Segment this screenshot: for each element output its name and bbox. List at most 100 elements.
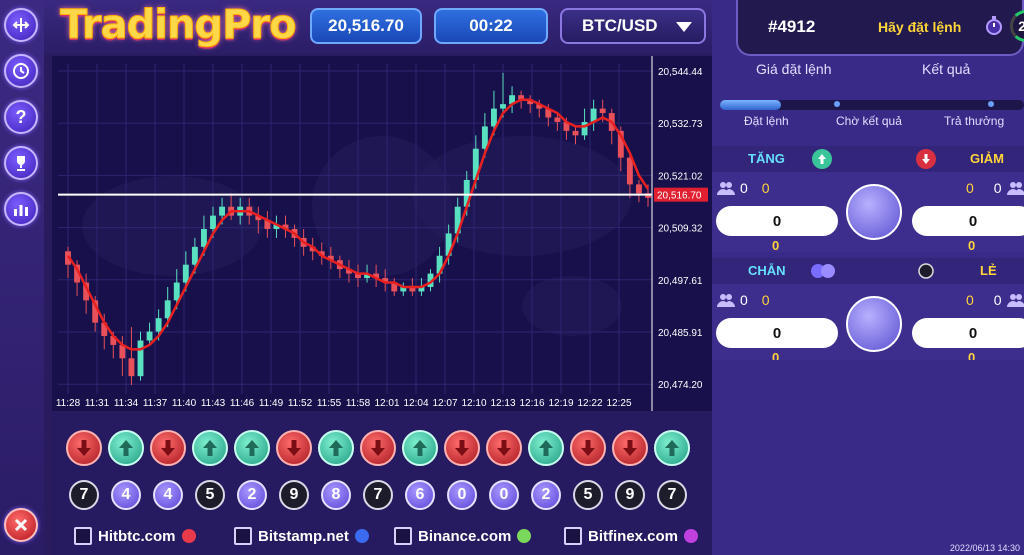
exchange-label: Hitbtc.com	[98, 527, 176, 545]
result-number-ball: 9	[279, 480, 309, 510]
x-tick-label: 12:07	[432, 398, 457, 409]
panel-footer: 2022/06/13 14:30	[712, 360, 1024, 555]
even-stake-input[interactable]: 0	[716, 318, 838, 348]
odd-ball-icon[interactable]	[916, 261, 936, 281]
betting-panel: #4912 Hãy đặt lệnh 22 Giá đặt lệnh Kết q…	[712, 0, 1024, 555]
y-tick-label: 20,521.02	[658, 171, 703, 182]
exchange-toggle[interactable]: Hitbtc.com	[74, 526, 196, 546]
exchange-checkbox[interactable]	[394, 527, 412, 545]
even-people: 0	[740, 292, 748, 308]
stats-icon[interactable]	[4, 192, 38, 226]
x-tick-label: 12:01	[374, 398, 399, 409]
up-title: TĂNG	[748, 151, 785, 166]
x-tick-label: 12:25	[606, 398, 631, 409]
x-tick-label: 11:49	[259, 398, 284, 409]
countdown-ring: 22	[1010, 10, 1024, 42]
candle-body	[137, 340, 144, 377]
down-arrow-icon	[66, 430, 102, 466]
down-arrow-icon	[276, 430, 312, 466]
candle-body	[599, 108, 606, 114]
bet-ball[interactable]	[846, 184, 902, 240]
even-player-count: 0 0	[716, 292, 770, 308]
exchange-color-dot	[684, 529, 699, 543]
down-arrow-icon[interactable]	[916, 149, 936, 169]
exchange-color-dot	[354, 529, 369, 543]
x-tick-label: 11:43	[201, 398, 226, 409]
exchange-checkbox[interactable]	[564, 527, 582, 545]
exchange-label: Bitstamp.net	[258, 527, 349, 545]
up-amount: 0	[761, 180, 770, 196]
odd-stake-input[interactable]: 0	[912, 318, 1024, 348]
candle-body	[164, 300, 171, 319]
round-id: #4912	[768, 17, 816, 36]
candle-body	[581, 121, 588, 136]
up-arrow-icon[interactable]	[812, 149, 832, 169]
even-title: CHẴN	[748, 263, 786, 278]
bet-section-header: CHẴN LẺ	[712, 258, 1024, 284]
even-balls-icon[interactable]	[810, 261, 836, 281]
close-icon[interactable]	[4, 508, 38, 542]
x-tick-label: 11:58	[346, 398, 371, 409]
history-icon[interactable]	[4, 54, 38, 88]
app-logo: TradingPro	[60, 2, 298, 49]
up-arrow-icon	[318, 430, 354, 466]
down-stake-input[interactable]: 0	[912, 206, 1024, 236]
x-tick-label: 12:16	[519, 398, 544, 409]
result-number-ball: 7	[657, 480, 687, 510]
candle-body	[200, 229, 207, 247]
trophy-icon[interactable]	[4, 146, 38, 180]
y-tick-label: 20,509.32	[658, 224, 703, 235]
x-tick-label: 12:04	[403, 398, 428, 409]
candle-body	[155, 318, 162, 332]
result-number-ball: 8	[321, 480, 351, 510]
down-arrow-icon	[612, 430, 648, 466]
current-price-tag-label: 20,516.70	[657, 191, 702, 202]
round-progress	[720, 100, 1024, 110]
y-tick-label: 20,485.91	[658, 328, 703, 339]
price-chart: 20,544.44 20,532.73 20,521.02 20,509.32 20,4…	[52, 56, 712, 411]
exchange-toggle[interactable]: Bitstamp.net	[234, 526, 369, 546]
exchange-checkbox[interactable]	[234, 527, 252, 545]
up-people: 0	[740, 180, 748, 196]
candle-body	[626, 157, 633, 185]
people-icon	[1006, 294, 1024, 307]
result-number-ball: 5	[573, 480, 603, 510]
candle-body	[572, 130, 579, 136]
y-tick-label: 20,544.44	[658, 67, 703, 78]
help-icon[interactable]: ?	[4, 100, 38, 134]
candlestick-chart: 20,544.44 20,532.73 20,521.02 20,509.32 20,4…	[56, 56, 708, 411]
bet-ball[interactable]	[846, 296, 902, 352]
x-tick-label: 12:22	[577, 398, 602, 409]
result-number-ball: 4	[153, 480, 183, 510]
top-header: TradingPro 20,516.70 00:22 BTC/USD	[44, 0, 712, 54]
exchange-toggle[interactable]: Binance.com	[394, 526, 532, 546]
people-icon	[1006, 182, 1024, 195]
map-shape	[522, 276, 622, 336]
up-arrow-icon	[192, 430, 228, 466]
bet-prompt: Hãy đặt lệnh	[878, 19, 962, 35]
result-number-ball: 0	[447, 480, 477, 510]
result-number-ball: 9	[615, 480, 645, 510]
result-label: Kết quả	[922, 61, 971, 77]
exchange-checkbox[interactable]	[74, 527, 92, 545]
pair-selector[interactable]: BTC/USD	[560, 8, 706, 44]
candle-body	[554, 117, 561, 122]
up-arrow-icon	[108, 430, 144, 466]
expand-icon[interactable]	[4, 8, 38, 42]
down-player-count: 0 0	[966, 180, 1024, 196]
even-amount: 0	[761, 292, 770, 308]
order-price-label: Giá đặt lệnh	[756, 61, 832, 77]
chevron-down-icon	[676, 22, 692, 32]
exchange-label: Bitfinex.com	[588, 527, 679, 545]
candle-body	[219, 206, 226, 216]
x-tick-label: 11:46	[230, 398, 255, 409]
exchange-toggle[interactable]: Bitfinex.com	[564, 526, 699, 546]
candle-body	[191, 246, 198, 265]
candle-body	[173, 282, 180, 301]
up-stake-input[interactable]: 0	[716, 206, 838, 236]
candle-body	[635, 184, 642, 194]
result-number-ball: 5	[195, 480, 225, 510]
candle-body	[210, 215, 216, 229]
progress-dot	[834, 101, 840, 107]
step-place-order: Đặt lệnh	[744, 114, 789, 128]
